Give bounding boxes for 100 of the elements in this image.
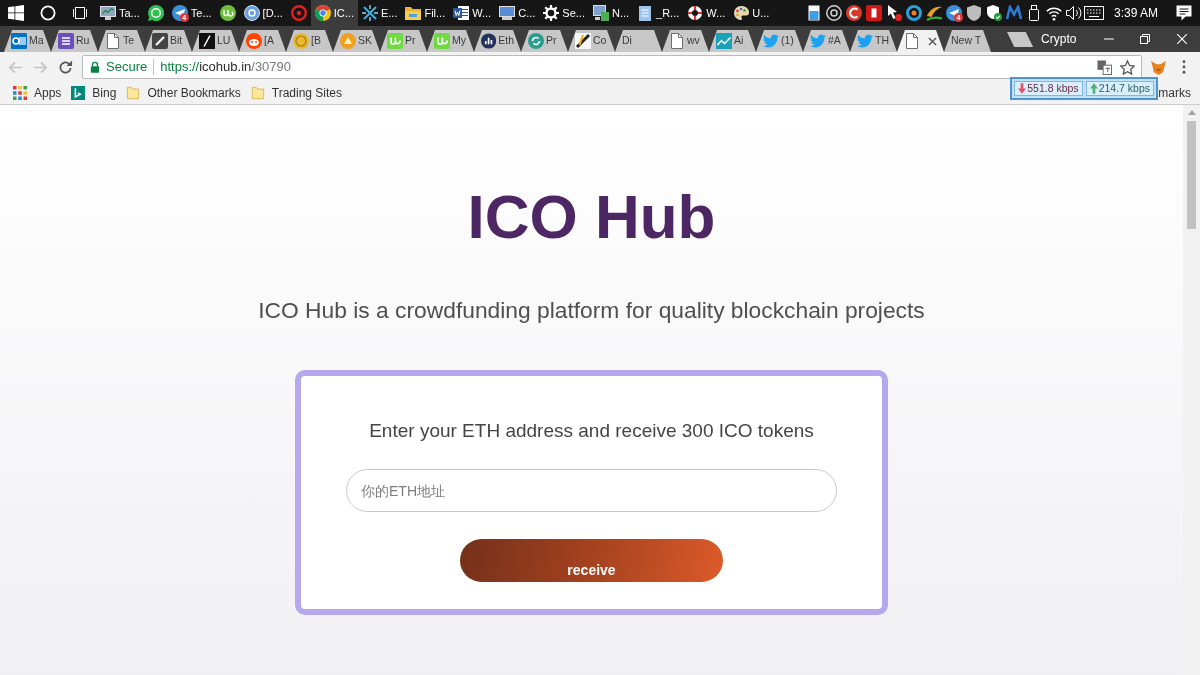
coin-icon xyxy=(293,33,309,49)
gear-icon xyxy=(543,5,560,21)
browser-tab[interactable]: Bit xyxy=(145,30,192,52)
browser-tab[interactable]: #A xyxy=(803,30,850,52)
browser-tab[interactable]: SK xyxy=(333,30,380,52)
notepad-icon xyxy=(637,5,654,21)
menu-icon xyxy=(1181,60,1186,74)
taskbar-button[interactable]: Ta... xyxy=(96,0,144,26)
round-logo-icon xyxy=(219,5,236,21)
ring-icon[interactable] xyxy=(905,5,922,21)
browser-tab[interactable]: wv xyxy=(662,30,709,52)
round-logo-icon xyxy=(246,33,262,49)
taskbar-button[interactable]: E... xyxy=(357,0,402,26)
lock-icon xyxy=(90,61,100,73)
tile-icon xyxy=(152,33,168,49)
apps-button[interactable]: Apps xyxy=(8,82,67,104)
arrow-right-icon xyxy=(33,59,48,75)
taskbar-button[interactable]: N... xyxy=(588,0,634,26)
scrollbar[interactable] xyxy=(1183,105,1200,675)
url-text[interactable]: https://icohub.in/30790 xyxy=(160,57,292,77)
star-icon[interactable] xyxy=(1120,59,1135,75)
frames-icon xyxy=(72,5,88,21)
browser-tab[interactable]: Ma xyxy=(4,30,51,52)
browser-tab[interactable]: Ai xyxy=(709,30,756,52)
scrollbar-thumb[interactable] xyxy=(1187,121,1196,229)
bookmark-button[interactable]: Bing xyxy=(66,82,122,104)
taskbar-button[interactable]: Se... xyxy=(539,0,589,26)
palette-icon xyxy=(733,5,750,21)
chat-bubble-icon xyxy=(147,5,164,21)
fox-icon xyxy=(1151,59,1166,75)
page-icon xyxy=(669,33,685,49)
taskbar-button[interactable]: Fil... xyxy=(401,0,450,26)
browser-tab[interactable]: My xyxy=(427,30,474,52)
upload-speed: 214.7 kbps xyxy=(1098,80,1150,96)
circle-icon xyxy=(40,5,56,21)
browser-tab[interactable]: TH xyxy=(850,30,897,52)
download-speed: 551.8 kbps xyxy=(1027,80,1079,96)
wifi-icon[interactable] xyxy=(1045,5,1062,21)
apps-grid-icon xyxy=(13,86,27,100)
taskbar-button[interactable]: W... xyxy=(449,0,496,26)
address-input[interactable]: 你的ETH地址 xyxy=(346,469,837,512)
bookmark-folder[interactable]: marks xyxy=(1158,82,1191,104)
new-tab-button[interactable] xyxy=(1007,32,1034,47)
shield-icon[interactable] xyxy=(965,5,982,21)
form-prompt: Enter your ETH address and receive 300 ICO tokens xyxy=(369,419,814,443)
four-panes-icon xyxy=(8,5,24,21)
browser-tab[interactable]: [A xyxy=(239,30,286,52)
round-logo-icon[interactable] xyxy=(825,5,842,21)
browser-tab[interactable]: Pr xyxy=(521,30,568,52)
arrow-up-icon xyxy=(1089,83,1098,94)
taskbar-button[interactable]: C... xyxy=(495,0,540,26)
computer-icon xyxy=(592,5,609,21)
browser-tab[interactable]: Ru xyxy=(51,30,98,52)
translate-icon[interactable] xyxy=(1097,59,1112,75)
folder-icon xyxy=(126,86,141,100)
folder-icon xyxy=(405,5,422,21)
security-label: Secure xyxy=(106,58,148,77)
browser-tab[interactable]: Te xyxy=(98,30,145,52)
keyboard-icon[interactable] xyxy=(1083,6,1104,20)
receive-button[interactable]: receive xyxy=(460,539,723,582)
profile-button[interactable]: Crypto xyxy=(1033,30,1085,48)
minimize-icon xyxy=(1103,38,1114,40)
browser-icon xyxy=(314,5,331,21)
tile-icon[interactable] xyxy=(865,5,882,21)
target-icon xyxy=(290,5,307,21)
chart-icon xyxy=(481,33,497,49)
taskbar-button[interactable]: [D... xyxy=(239,0,287,26)
browser-tab[interactable]: Eth xyxy=(474,30,521,52)
refresh-icon xyxy=(528,33,544,49)
browser-tab[interactable]: New T xyxy=(944,30,991,52)
document-icon xyxy=(453,5,470,21)
speaker-icon[interactable] xyxy=(1065,5,1082,21)
browser-tab[interactable]: Co xyxy=(568,30,615,52)
close-icon[interactable] xyxy=(928,36,937,46)
address-bar[interactable]: Secure https://icohub.in/30790 xyxy=(82,55,1142,79)
zigzag-icon[interactable] xyxy=(1005,5,1022,21)
swoosh-icon[interactable] xyxy=(925,5,942,21)
taskbar-button[interactable]: IC... xyxy=(310,0,358,26)
page-icon xyxy=(904,33,920,49)
lifebuoy-icon xyxy=(687,5,704,21)
tile-icon xyxy=(199,33,215,49)
taskbar-button[interactable]: _R... xyxy=(633,0,684,26)
browser-tab[interactable] xyxy=(897,30,944,52)
browser-tab[interactable]: (1) xyxy=(756,30,803,52)
browser-tab[interactable]: [B xyxy=(286,30,333,52)
tile-icon xyxy=(387,33,403,49)
round-logo-icon xyxy=(243,5,260,21)
shield-check-icon[interactable] xyxy=(985,5,1002,21)
clock[interactable]: 3:39 AM xyxy=(1103,0,1168,26)
bookmark-folder[interactable]: Other Bookmarks xyxy=(121,82,246,104)
taskbar-button[interactable]: U... xyxy=(729,0,774,26)
round-logo-icon[interactable] xyxy=(845,5,862,21)
browser-tab[interactable]: LU xyxy=(192,30,239,52)
taskbar-button[interactable]: W... xyxy=(683,0,730,26)
cursor-icon[interactable] xyxy=(885,5,902,21)
cross-icon xyxy=(361,5,378,21)
bookmark-folder[interactable]: Trading Sites xyxy=(245,82,348,104)
browser-tab[interactable]: Pr xyxy=(380,30,427,52)
browser-tab[interactable]: Di xyxy=(615,30,662,52)
restore-icon xyxy=(1140,34,1151,44)
